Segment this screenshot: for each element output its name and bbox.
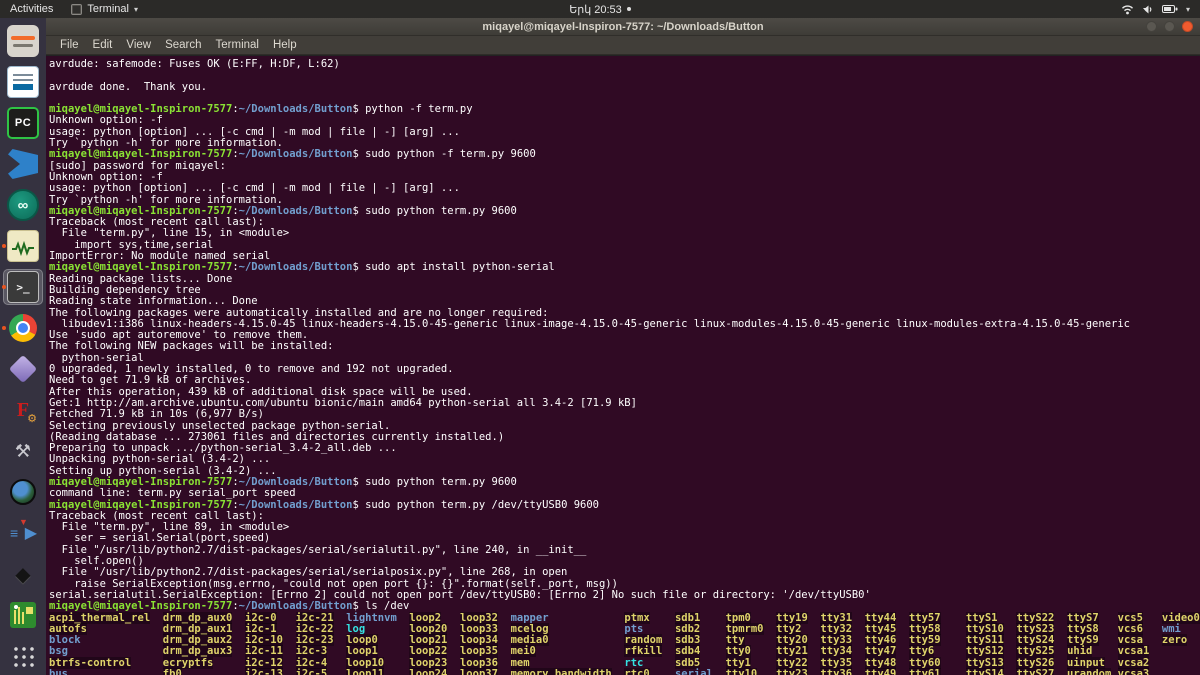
top-bar: Activities Terminal ▾ Երկ 20:53 ▾ bbox=[0, 0, 1200, 18]
dock-item-libreoffice-writer[interactable] bbox=[3, 64, 43, 100]
pcb-editor-icon bbox=[7, 599, 39, 631]
menu-item-terminal[interactable]: Terminal bbox=[209, 39, 266, 51]
dock-item-pycharm[interactable]: PC bbox=[3, 105, 43, 141]
dock-item-simple-scan[interactable] bbox=[3, 23, 43, 59]
activities-button[interactable]: Activities bbox=[0, 0, 63, 18]
dock-item-arduino[interactable]: ∞ bbox=[3, 187, 43, 223]
vscode-icon bbox=[8, 149, 38, 179]
pycharm-icon: PC bbox=[7, 107, 39, 139]
dock-item-vscode[interactable] bbox=[3, 146, 43, 182]
notification-dot-icon bbox=[626, 7, 631, 11]
terminal-icon: >_ bbox=[7, 271, 39, 303]
activities-label: Activities bbox=[10, 3, 54, 15]
menu-item-search[interactable]: Search bbox=[158, 39, 208, 51]
dock-item-terminal[interactable]: >_ bbox=[2, 269, 43, 305]
dock-item-schematic-editor[interactable] bbox=[2, 228, 43, 264]
clock-area: Երկ 20:53 bbox=[0, 0, 1200, 18]
app-menu-button[interactable]: Terminal ▾ bbox=[63, 0, 146, 18]
inkscape-icon: ◆ bbox=[15, 563, 31, 586]
terminal-mini-icon bbox=[71, 3, 83, 15]
dock-item-cad-diamond[interactable] bbox=[3, 351, 43, 387]
dock-item-chrome[interactable] bbox=[2, 310, 43, 346]
running-indicator bbox=[2, 244, 6, 248]
show-applications-icon bbox=[7, 640, 39, 672]
menu-item-file[interactable]: File bbox=[53, 39, 86, 51]
dock-item-freecad[interactable]: F ⚙ bbox=[3, 392, 43, 428]
arduino-icon: ∞ bbox=[7, 189, 39, 221]
dock-item-show-applications[interactable] bbox=[3, 638, 43, 674]
libreoffice-writer-icon bbox=[7, 66, 39, 98]
terminal-line: File "/usr/lib/python2.7/dist-packages/s… bbox=[49, 543, 587, 556]
cad-diamond-icon bbox=[7, 353, 39, 385]
system-status-area[interactable]: ▾ bbox=[1121, 0, 1200, 18]
terminal-line: miqayel@miqayel-Inspiron-7577:~/Download… bbox=[49, 600, 410, 613]
wifi-icon bbox=[1121, 4, 1134, 15]
minimize-button[interactable] bbox=[1146, 21, 1157, 32]
chevron-down-icon: ▾ bbox=[133, 4, 138, 14]
window-title: miqayel@miqayel-Inspiron-7577: ~/Downloa… bbox=[482, 20, 764, 33]
dock-item-globe-app[interactable] bbox=[3, 474, 43, 510]
menu-item-edit[interactable]: Edit bbox=[86, 39, 120, 51]
terminal-line: Reading package lists... Done bbox=[49, 272, 233, 285]
menu-bar: File Edit View Search Terminal Help bbox=[46, 36, 1200, 55]
dock-item-inkscape[interactable]: ◆ bbox=[3, 556, 43, 592]
terminal-screen[interactable]: avrdude: safemode: Fuses OK (E:FF, H:DF,… bbox=[46, 56, 1200, 675]
terminal-line: miqayel@miqayel-Inspiron-7577:~/Download… bbox=[49, 103, 473, 116]
terminal-line: avrdude: safemode: Fuses OK (E:FF, H:DF,… bbox=[49, 58, 340, 70]
terminal-line: avrdude done. Thank you. bbox=[49, 80, 208, 93]
dock: PC ∞ >_ F ⚙ ⚒ ≡ ▶ ▼ ◆ bbox=[0, 18, 46, 675]
menu-item-view[interactable]: View bbox=[119, 39, 158, 51]
freecad-icon: F ⚙ bbox=[16, 398, 37, 426]
chevron-down-icon: ▾ bbox=[1185, 4, 1190, 14]
terminal-line: The following NEW packages will be insta… bbox=[49, 340, 334, 353]
menu-item-help[interactable]: Help bbox=[266, 39, 304, 51]
terminal-line: [sudo] password for miqayel: bbox=[49, 159, 233, 172]
tool-app-icon: ⚒ bbox=[14, 440, 32, 461]
window-controls bbox=[1146, 21, 1200, 32]
volume-icon bbox=[1142, 4, 1154, 15]
app-menu-label: Terminal bbox=[87, 3, 129, 15]
close-button[interactable] bbox=[1182, 21, 1193, 32]
battery-icon bbox=[1161, 4, 1178, 14]
dock-item-tool-app[interactable]: ⚒ bbox=[3, 433, 43, 469]
maximize-button[interactable] bbox=[1164, 21, 1175, 32]
uploader-app-icon: ≡ ▶ ▼ bbox=[10, 517, 37, 542]
dock-item-uploader-app[interactable]: ≡ ▶ ▼ bbox=[3, 515, 43, 551]
title-bar[interactable]: miqayel@miqayel-Inspiron-7577: ~/Downloa… bbox=[46, 18, 1200, 36]
terminal-line: bus fb0 i2c-13 i2c-5 loop11 loop24 loop3… bbox=[49, 668, 1200, 675]
simple-scan-icon bbox=[7, 25, 39, 57]
schematic-editor-icon bbox=[7, 230, 39, 262]
terminal-line: File "term.py", line 15, in <module> bbox=[49, 227, 290, 240]
terminal-window: miqayel@miqayel-Inspiron-7577: ~/Downloa… bbox=[46, 18, 1200, 675]
running-indicator bbox=[2, 326, 6, 330]
dock-item-pcb-editor[interactable] bbox=[3, 597, 43, 633]
clock-label: Երկ 20:53 bbox=[569, 3, 622, 16]
clock-button[interactable]: Երկ 20:53 bbox=[569, 3, 631, 16]
chrome-icon bbox=[7, 312, 39, 344]
running-indicator bbox=[2, 285, 6, 289]
globe-app-icon bbox=[7, 476, 39, 508]
